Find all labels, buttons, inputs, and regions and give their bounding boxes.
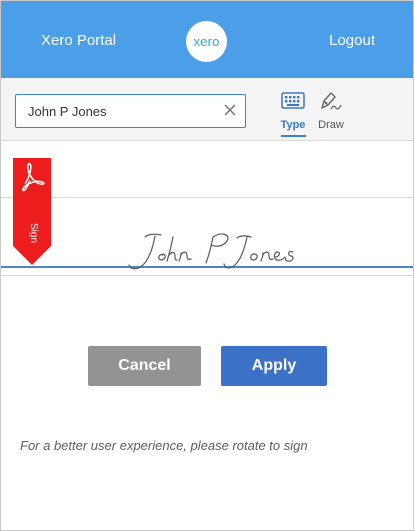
draw-mode-label: Draw (318, 119, 344, 131)
xero-logo: xero (186, 21, 227, 62)
sign-ribbon-shape (13, 158, 51, 265)
sign-dialog: Xero Portal xero Logout John P Jones Typ… (0, 0, 414, 531)
header-bar: Xero Portal xero Logout (1, 1, 413, 78)
type-mode-label: Type (280, 119, 306, 131)
signature-preview (128, 233, 294, 270)
sign-label: Sign (28, 223, 39, 244)
name-input[interactable] (28, 95, 218, 127)
close-icon[interactable] (222, 102, 238, 118)
pen-icon (321, 92, 342, 110)
signature-toolbar: Type Draw (1, 78, 413, 141)
name-field (15, 94, 246, 128)
cancel-button[interactable]: Cancel (88, 346, 201, 386)
rotate-hint: For a better user experience, please rot… (20, 438, 308, 453)
keyboard-icon (281, 92, 305, 109)
divider (1, 197, 413, 198)
type-mode-tab[interactable]: Type (273, 90, 313, 140)
logout-link[interactable]: Logout (329, 32, 375, 49)
draw-mode-tab[interactable]: Draw (311, 90, 351, 140)
divider (1, 275, 413, 276)
selected-indicator (281, 135, 306, 137)
portal-title: Xero Portal (41, 32, 117, 49)
apply-button[interactable]: Apply (221, 346, 327, 386)
signature-area[interactable]: Sign (1, 141, 413, 303)
sign-flag[interactable]: Sign (13, 158, 51, 265)
logo-text: xero (193, 34, 220, 49)
